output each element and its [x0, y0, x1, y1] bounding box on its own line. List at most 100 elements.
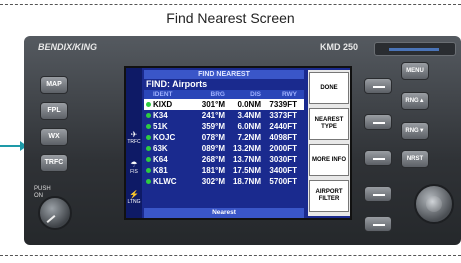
key-bar: [373, 158, 385, 160]
softkey-labels: DONE NEAREST TYPE MORE INFO AIRPORT FILT…: [308, 70, 350, 216]
airport-ident: KLWC: [153, 177, 177, 186]
key-bar: [373, 194, 385, 196]
airport-row[interactable]: K64 268°M 13.7NM 3030FT: [144, 154, 304, 165]
map-button[interactable]: MAP: [40, 76, 68, 94]
airport-bearing: 089°M: [201, 144, 225, 153]
airport-runway: 7339FT: [269, 100, 297, 109]
airport-bearing: 241°M: [201, 111, 225, 120]
display-screen: ✈ TRFC ☂ FIS ⚡ LTNG FIND NEAREST FIND: A…: [124, 66, 352, 220]
line-select-key-1[interactable]: [364, 78, 392, 94]
power-volume-knob[interactable]: [38, 196, 72, 230]
find-nearest-panel: FIND NEAREST FIND: Airports IDENT BRG DI…: [144, 70, 323, 218]
function-sidebar: ✈ TRFC ☂ FIS ⚡ LTNG: [126, 68, 142, 218]
menu-button[interactable]: MENU: [401, 62, 429, 80]
airport-row[interactable]: KOJC 078°M 7.2NM 4098FT: [144, 132, 304, 143]
wx-button[interactable]: WX: [40, 128, 68, 146]
airport-row[interactable]: 51K 359°M 6.0NM 2440FT: [144, 121, 304, 132]
line-select-key-5[interactable]: [364, 216, 392, 232]
knob-indicator: [46, 215, 56, 223]
airport-ident: K81: [153, 166, 168, 175]
airport-distance: 0.0NM: [237, 100, 261, 109]
airport-dot-icon: [144, 99, 153, 110]
kmd250-unit: BENDIX/KING KMD 250 MAP FPL WX TRFC PUSH…: [24, 36, 461, 245]
airport-row[interactable]: KIXD 301°M 0.0NM 7339FT: [144, 99, 304, 110]
line-select-key-4[interactable]: [364, 186, 392, 202]
sidebar-item-fis[interactable]: ☂ FIS: [127, 160, 141, 175]
lightning-icon: ⚡: [129, 190, 139, 199]
find-label: FIND:: [146, 79, 170, 89]
airport-distance: 13.2NM: [232, 144, 261, 153]
column-rwy: RWY: [281, 91, 297, 98]
airport-runway: 5700FT: [269, 177, 297, 186]
airport-row[interactable]: K81 181°M 17.5NM 3400FT: [144, 165, 304, 176]
card-slot: [374, 42, 456, 56]
sidebar-label: TRFC: [127, 139, 141, 145]
sidebar-item-ltng[interactable]: ⚡ LTNG: [127, 190, 141, 205]
column-brg: BRG: [210, 91, 225, 98]
table-header: IDENT BRG DIS RWY: [144, 90, 304, 99]
softkey-airport-filter[interactable]: AIRPORT FILTER: [309, 180, 349, 212]
key-bar: [373, 224, 385, 226]
key-bar: [373, 86, 385, 88]
fis-icon: ☂: [130, 160, 138, 169]
softkey-done[interactable]: DONE: [309, 72, 349, 104]
key-bar: [373, 122, 385, 124]
airport-ident: K34: [153, 111, 168, 120]
airport-dot-icon: [144, 176, 153, 187]
brand-logo: BENDIX/KING: [38, 42, 98, 52]
softkey-more-info[interactable]: MORE INFO: [309, 144, 349, 176]
range-up-button[interactable]: RNG▲: [401, 92, 429, 110]
line-select-key-3[interactable]: [364, 150, 392, 166]
line-select-key-2[interactable]: [364, 114, 392, 130]
airport-dot-icon: [144, 143, 153, 154]
airport-dot-icon: [144, 165, 153, 176]
panel-title: FIND NEAREST: [144, 70, 304, 79]
airport-dot-icon: [144, 110, 153, 121]
sidebar-label: FIS: [130, 169, 138, 175]
airport-row[interactable]: KLWC 302°M 18.7NM 5700FT: [144, 176, 304, 187]
trfc-button[interactable]: TRFC: [40, 154, 68, 172]
airport-row[interactable]: 63K 089°M 13.2NM 2000FT: [144, 143, 304, 154]
airport-bearing: 359°M: [201, 122, 225, 131]
airport-distance: 13.7NM: [232, 155, 261, 164]
airport-distance: 18.7NM: [232, 177, 261, 186]
nearest-button[interactable]: NRST: [401, 150, 429, 168]
sidebar-item-trfc[interactable]: ✈ TRFC: [127, 130, 141, 145]
airport-distance: 6.0NM: [237, 122, 261, 131]
pointer-arrow: [0, 145, 22, 147]
airport-ident: 51K: [153, 122, 168, 131]
sidebar-label: LTNG: [127, 199, 141, 205]
airport-bearing: 302°M: [201, 177, 225, 186]
figure-caption: Find Nearest Screen: [166, 10, 295, 26]
airport-runway: 2440FT: [269, 122, 297, 131]
dual-concentric-knob[interactable]: [414, 184, 454, 224]
airport-dot-icon: [144, 154, 153, 165]
traffic-icon: ✈: [130, 130, 138, 139]
fpl-button[interactable]: FPL: [40, 102, 68, 120]
airport-dot-icon: [144, 132, 153, 143]
find-selector[interactable]: FIND: Airports: [144, 79, 304, 90]
airport-ident: K64: [153, 155, 168, 164]
airport-bearing: 181°M: [201, 166, 225, 175]
airport-ident: KOJC: [153, 133, 176, 142]
airport-list: KIXD 301°M 0.0NM 7339FT K34 241°M 3.4NM 3373FT 5…: [144, 99, 304, 187]
airport-dot-icon: [144, 121, 153, 132]
airport-runway: 3373FT: [269, 111, 297, 120]
airport-runway: 2000FT: [269, 144, 297, 153]
airport-ident: 63K: [153, 144, 168, 153]
inner-knob[interactable]: [426, 196, 442, 212]
range-down-button[interactable]: RNG▼: [401, 122, 429, 140]
column-dis: DIS: [250, 91, 261, 98]
airport-distance: 7.2NM: [237, 133, 261, 142]
airport-distance: 17.5NM: [232, 166, 261, 175]
airport-ident: KIXD: [153, 100, 173, 109]
find-value: Airports: [172, 79, 208, 89]
column-ident: IDENT: [153, 91, 173, 98]
airport-bearing: 301°M: [201, 100, 225, 109]
airport-row[interactable]: K34 241°M 3.4NM 3373FT: [144, 110, 304, 121]
bottom-divider: [0, 255, 461, 256]
panel-footer: Nearest: [144, 208, 304, 218]
airport-runway: 3030FT: [269, 155, 297, 164]
airport-bearing: 078°M: [201, 133, 225, 142]
softkey-nearest-type[interactable]: NEAREST TYPE: [309, 108, 349, 140]
